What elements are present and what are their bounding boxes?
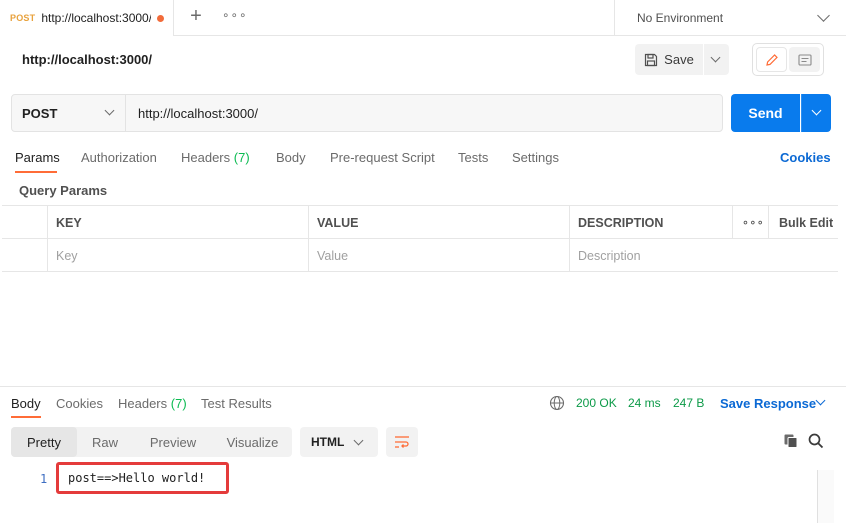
save-icon — [645, 53, 658, 66]
documentation-mode-button[interactable] — [789, 47, 820, 72]
chevron-down-icon — [104, 105, 115, 116]
wrap-lines-button[interactable] — [386, 427, 418, 457]
request-tabs: Params Authorization Headers (7) Body Pr… — [0, 146, 846, 174]
tab-pre-request-script[interactable]: Pre-request Script — [330, 150, 435, 165]
environment-selector[interactable]: No Environment — [614, 0, 846, 36]
column-header-description: DESCRIPTION — [569, 206, 732, 239]
send-button[interactable]: Send — [731, 94, 800, 132]
view-preview-button[interactable]: Preview — [133, 427, 213, 457]
response-size[interactable]: 247 B — [673, 396, 704, 410]
method-select[interactable]: POST — [12, 95, 126, 131]
tab-headers[interactable]: Headers (7) — [181, 150, 250, 165]
format-select[interactable]: HTML — [300, 427, 378, 457]
search-icon[interactable] — [808, 433, 824, 449]
save-dropdown-button[interactable] — [704, 44, 729, 75]
response-tab-headers-count: (7) — [170, 396, 187, 411]
document-icon — [797, 53, 812, 66]
send-dropdown-button[interactable] — [801, 94, 831, 132]
view-mode-group: Pretty Raw Preview Visualize — [11, 427, 292, 457]
table-row: Key Value Description — [2, 239, 838, 272]
tab-headers-label: Headers — [181, 150, 231, 165]
unsaved-dot-icon — [157, 14, 165, 22]
column-header-key: KEY — [47, 206, 308, 239]
tab-bar: POST http://localhost:3000/ + ∘∘∘ No Env… — [0, 0, 846, 36]
bulk-edit-button[interactable]: Bulk Edit — [768, 206, 838, 239]
chevron-down-icon — [815, 395, 826, 406]
active-response-tab-indicator — [11, 416, 41, 418]
tab-authorization[interactable]: Authorization — [81, 150, 157, 165]
status-code[interactable]: 200 OK — [576, 396, 617, 410]
response-divider[interactable] — [0, 386, 846, 387]
response-tab-body[interactable]: Body — [11, 396, 41, 411]
tab-params[interactable]: Params — [15, 150, 60, 165]
save-label: Save — [664, 52, 694, 67]
edit-mode-button[interactable] — [756, 47, 787, 72]
tab-headers-count: (7) — [233, 150, 250, 165]
environment-label: No Environment — [637, 11, 724, 25]
query-params-heading: Query Params — [19, 183, 108, 198]
view-visualize-button[interactable]: Visualize — [213, 427, 292, 457]
method-label: POST — [22, 105, 58, 121]
description-input[interactable]: Description — [569, 239, 838, 272]
chevron-down-icon — [353, 435, 364, 446]
response-time[interactable]: 24 ms — [628, 396, 661, 410]
save-button[interactable]: Save — [635, 44, 703, 75]
tab-tests[interactable]: Tests — [458, 150, 488, 165]
code-line-highlighted: post==>Hello world! — [56, 462, 229, 494]
tab-body[interactable]: Body — [276, 150, 306, 165]
column-header-value: VALUE — [308, 206, 569, 239]
response-tab-headers-label: Headers — [118, 396, 168, 411]
request-bar: POST — [11, 94, 723, 132]
key-input[interactable]: Key — [47, 239, 308, 272]
response-tab-test-results[interactable]: Test Results — [201, 396, 272, 411]
view-pretty-button[interactable]: Pretty — [11, 427, 77, 457]
wrap-icon — [395, 436, 409, 448]
chevron-down-icon — [710, 52, 721, 63]
request-title[interactable]: http://localhost:3000/ — [22, 52, 152, 67]
view-mode-toggle — [752, 43, 824, 76]
url-input[interactable] — [127, 95, 717, 131]
save-response-button[interactable]: Save Response — [720, 396, 816, 411]
tab-more-button[interactable]: ∘∘∘ — [222, 8, 248, 22]
response-tab-cookies[interactable]: Cookies — [56, 396, 103, 411]
line-number: 1 — [40, 472, 48, 486]
tab-settings[interactable]: Settings — [512, 150, 559, 165]
globe-icon[interactable] — [549, 395, 565, 411]
response-body-editor[interactable]: 1 post==>Hello world! — [0, 462, 846, 523]
response-tab-headers[interactable]: Headers (7) — [118, 396, 187, 411]
view-raw-button[interactable]: Raw — [77, 427, 133, 457]
new-tab-button[interactable]: + — [186, 6, 206, 26]
chevron-down-icon — [811, 105, 822, 116]
table-more-button[interactable]: ∘∘∘ — [732, 206, 768, 239]
response-tabs: Body Cookies Headers (7) Test Results 20… — [0, 390, 846, 418]
copy-icon[interactable] — [783, 433, 799, 449]
tab-url-label: http://localhost:3000/ — [41, 11, 152, 25]
active-tab-indicator — [15, 171, 57, 173]
query-params-table: KEY VALUE DESCRIPTION ∘∘∘ Bulk Edit Key … — [2, 205, 838, 272]
request-tab[interactable]: POST http://localhost:3000/ — [0, 0, 174, 36]
pencil-icon — [765, 53, 778, 66]
chevron-down-icon — [817, 9, 830, 22]
table-header-row: KEY VALUE DESCRIPTION ∘∘∘ Bulk Edit — [2, 206, 838, 239]
cookies-link[interactable]: Cookies — [780, 150, 831, 165]
tab-method-label: POST — [10, 13, 36, 23]
format-label: HTML — [311, 435, 345, 449]
value-input[interactable]: Value — [308, 239, 569, 272]
vertical-scrollbar[interactable] — [817, 470, 834, 523]
